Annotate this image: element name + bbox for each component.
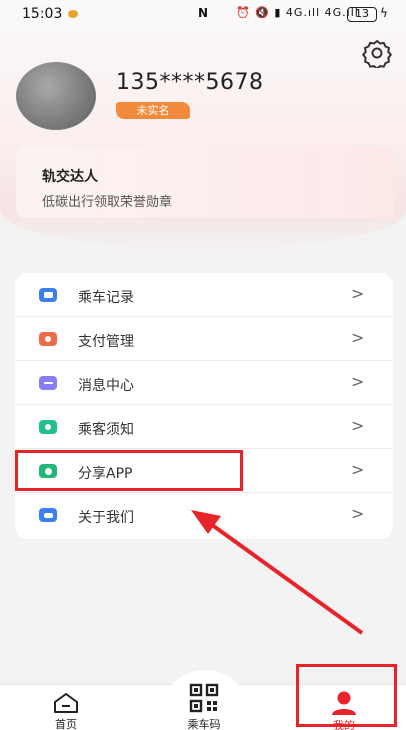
menu-card: 乘车记录 > 支付管理 > 消息中心 > 乘客须知 > 分享APP > 关于我们… [15,273,393,539]
status-bar: 15:03 N ⏰ 🔇 ▮ 4G.ıll 4G.ıll 13 ϟ [0,0,406,30]
status-time: 15:03 [22,6,63,22]
avatar[interactable] [16,62,96,130]
menu-item-label: 消息中心 [78,378,134,394]
notice-icon [39,420,57,434]
menu-item-about[interactable]: 关于我们 > [15,493,393,537]
ride-record-icon [39,288,57,302]
menu-item-ride-record[interactable]: 乘车记录 > [15,273,393,317]
nfc-icon: N [198,6,209,20]
menu-item-messages[interactable]: 消息中心 > [15,361,393,405]
status-icons: ⏰ 🔇 ▮ 4G.ıll 4G.ıll [236,6,359,19]
user-phone: 135****5678 [116,70,264,95]
charging-icon: ϟ [380,6,388,20]
honor-subtitle: 低碳出行领取荣誉勋章 [42,195,173,210]
chevron-right-icon: > [351,460,365,479]
nav-tab-ride-code[interactable]: 乘车码 [176,683,232,730]
chevron-right-icon: > [351,416,365,435]
qr-code-icon [189,683,219,713]
about-icon [39,508,57,522]
payment-icon [39,332,57,346]
menu-item-label: 支付管理 [78,334,134,350]
battery-icon: 13 [347,7,377,22]
notification-dot-icon [68,10,78,18]
home-icon [54,693,78,713]
honor-title: 轨交达人 [42,169,98,185]
mine-tab-highlight-box [296,664,397,727]
nav-label-ride-code: 乘车码 [187,718,221,730]
menu-item-label: 关于我们 [78,510,134,526]
menu-item-label: 乘客须知 [78,422,134,438]
message-icon [39,376,57,390]
chevron-right-icon: > [351,328,365,347]
nav-tab-home[interactable]: 首页 [44,692,88,730]
verify-status-badge[interactable]: 未实名 [116,102,190,119]
honor-card[interactable]: 轨交达人 低碳出行领取荣誉勋章 [16,146,394,218]
chevron-right-icon: > [351,504,365,523]
chevron-right-icon: > [351,284,365,303]
menu-item-notice[interactable]: 乘客须知 > [15,405,393,449]
share-app-highlight-box [15,450,243,491]
chevron-right-icon: > [351,372,365,391]
menu-item-payment[interactable]: 支付管理 > [15,317,393,361]
nav-label-home: 首页 [55,718,77,730]
gear-icon[interactable] [362,38,392,68]
menu-item-label: 乘车记录 [78,290,134,306]
